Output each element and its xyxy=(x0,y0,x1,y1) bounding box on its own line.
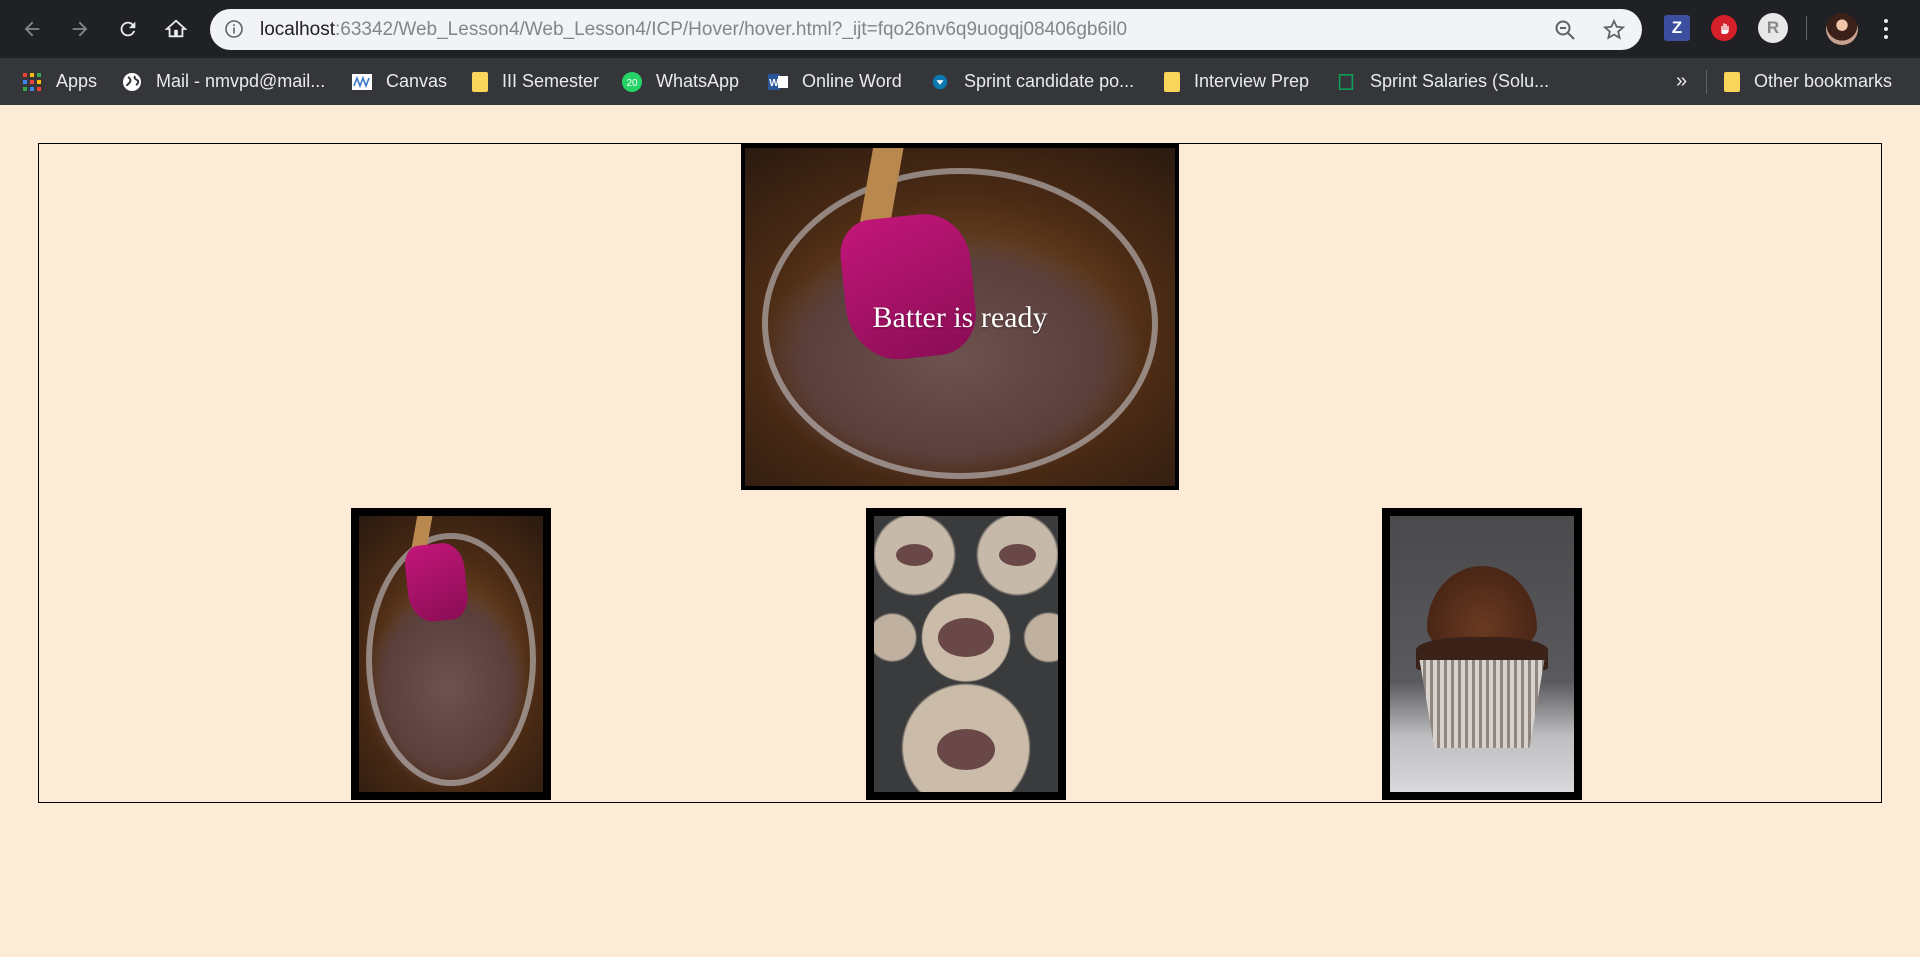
globe-icon xyxy=(122,72,142,92)
extension-g-label: R xyxy=(1766,18,1780,37)
back-button[interactable] xyxy=(16,13,48,45)
folder-icon xyxy=(1724,71,1740,92)
arrow-right-icon xyxy=(72,21,88,37)
browser-toolbar: localhost:63342/Web_Lesson4/Web_Lesson4/… xyxy=(0,0,1920,58)
cupcake-photo xyxy=(1390,516,1574,792)
forward-button[interactable] xyxy=(64,13,96,45)
whatsapp-icon: 20 xyxy=(622,71,642,92)
bookmark-label: Apps xyxy=(56,71,98,91)
bookmarks-overflow-button[interactable]: » xyxy=(1676,58,1687,105)
bookmark-label: Online Word xyxy=(802,71,902,91)
profile-avatar[interactable] xyxy=(1826,13,1858,45)
svg-text:W: W xyxy=(769,78,779,89)
word-icon: W xyxy=(768,72,788,92)
apps-grid-icon xyxy=(22,72,42,92)
bookmark-label: III Semester xyxy=(502,71,600,91)
whatsapp-badge: 20 xyxy=(626,78,638,89)
extension-z-icon[interactable]: Z xyxy=(1664,15,1690,41)
browser-menu-icon[interactable] xyxy=(1876,15,1896,43)
canvas-icon xyxy=(352,72,372,92)
batter-thumbnail-photo xyxy=(359,516,543,792)
hero-caption: Batter is ready xyxy=(872,301,1048,334)
muffin-tin-photo xyxy=(874,516,1058,792)
info-icon[interactable] xyxy=(224,19,244,39)
url-text[interactable]: localhost:63342/Web_Lesson4/Web_Lesson4/… xyxy=(260,19,1127,41)
bookmarks-divider xyxy=(1706,70,1707,94)
home-button[interactable] xyxy=(160,13,192,45)
arrow-left-icon xyxy=(24,21,40,37)
extension-stop-icon[interactable] xyxy=(1711,15,1737,41)
thumbnail-muffin-tin[interactable] xyxy=(866,508,1066,800)
toolbar-divider xyxy=(1806,16,1807,40)
thumbnail-cupcake[interactable] xyxy=(1382,508,1582,800)
extension-z-label: Z xyxy=(1671,18,1683,37)
overflow-label: » xyxy=(1676,70,1688,92)
zoom-out-icon[interactable] xyxy=(1553,18,1577,42)
bookmarks-bar: Apps Mail - nmvpd@mail... Canvas III Sem… xyxy=(0,58,1920,105)
bookmark-mail[interactable]: Mail - nmvpd@mail... xyxy=(122,58,325,105)
folder-icon xyxy=(1164,71,1180,92)
folder-icon xyxy=(472,71,488,92)
bookmark-label: Mail - nmvpd@mail... xyxy=(156,71,326,91)
sprint-icon xyxy=(930,72,950,92)
bookmark-sprint-candidate[interactable]: Sprint candidate po... xyxy=(930,58,1134,105)
bookmark-label: Interview Prep xyxy=(1194,71,1310,91)
bookmark-whatsapp[interactable]: 20 WhatsApp xyxy=(622,58,739,105)
bookmark-iii-semester[interactable]: III Semester xyxy=(472,58,599,105)
url-host: localhost xyxy=(260,19,335,40)
bookmark-label: WhatsApp xyxy=(656,71,740,91)
bookmark-online-word[interactable]: W Online Word xyxy=(768,58,902,105)
bookmark-label: Sprint candidate po... xyxy=(964,71,1135,91)
bookmark-other[interactable]: Other bookmarks xyxy=(1724,58,1892,105)
hero-image: Batter is ready xyxy=(741,144,1179,490)
star-icon[interactable] xyxy=(1602,18,1626,42)
bookmark-label: Canvas xyxy=(386,71,448,91)
extension-grammar-icon[interactable]: R xyxy=(1758,13,1788,43)
url-path: :63342/Web_Lesson4/Web_Lesson4/ICP/Hover… xyxy=(335,19,1128,40)
reload-button[interactable] xyxy=(112,13,144,45)
home-icon xyxy=(165,19,187,38)
address-bar[interactable]: localhost:63342/Web_Lesson4/Web_Lesson4/… xyxy=(210,9,1642,50)
bookmark-label: Sprint Salaries (Solu... xyxy=(1370,71,1550,91)
bookmark-canvas[interactable]: Canvas xyxy=(352,58,447,105)
sheets-icon xyxy=(1336,72,1356,92)
reload-icon xyxy=(120,21,136,37)
bookmark-apps[interactable]: Apps xyxy=(22,58,97,105)
bookmark-sprint-salaries[interactable]: Sprint Salaries (Solu... xyxy=(1336,58,1549,105)
bookmark-label: Other bookmarks xyxy=(1754,71,1893,91)
hand-icon xyxy=(1721,23,1729,34)
bookmark-interview-prep[interactable]: Interview Prep xyxy=(1164,58,1309,105)
thumbnail-batter[interactable] xyxy=(351,508,551,800)
